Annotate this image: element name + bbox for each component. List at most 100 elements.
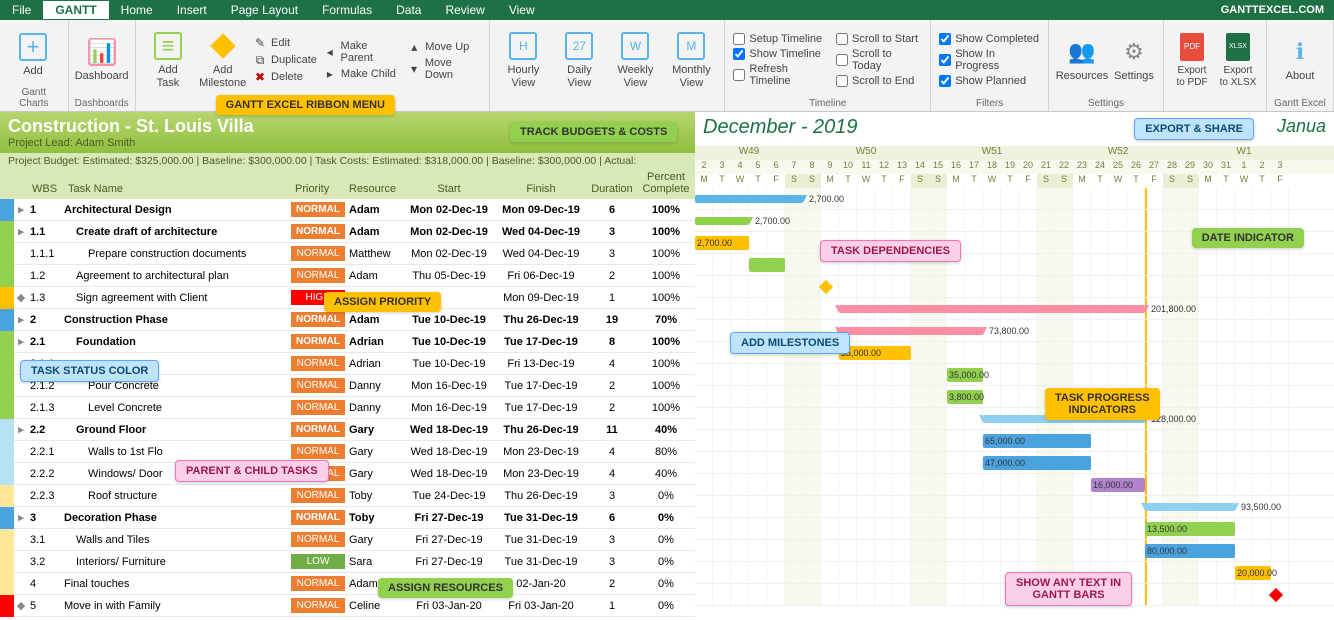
expand-icon[interactable]: ◆ [14, 599, 28, 612]
move-down-button[interactable]: ▾Move Down [405, 56, 483, 82]
gantt-bar[interactable]: 2,700.00 [695, 217, 749, 225]
gantt-bar[interactable]: 73,800.00 [839, 327, 983, 335]
expand-icon[interactable]: ▸ [14, 511, 28, 524]
edit-button[interactable]: ✎Edit [251, 35, 319, 51]
task-row[interactable]: ◆ 5 Move in with Family NORMAL Celine Fr… [0, 595, 695, 617]
add-task-button[interactable]: ≡ Add Task [142, 24, 195, 96]
timeline-row: 3,800.00 [695, 386, 1334, 408]
gantt-bar[interactable]: 13,500.00 [1145, 522, 1235, 536]
task-row[interactable]: 2.2.2 Windows/ Door NORMAL Gary Wed 18-D… [0, 463, 695, 485]
gantt-bar[interactable]: 80,000.00 [1145, 544, 1235, 558]
add-chart-button[interactable]: + Add [6, 24, 60, 85]
menu-tab-view[interactable]: View [497, 1, 547, 19]
show-timeline-check[interactable]: Show Timeline [731, 47, 832, 61]
menu-tab-home[interactable]: Home [109, 1, 165, 19]
settings-button[interactable]: ⚙Settings [1111, 24, 1157, 96]
gantt-bar[interactable]: 3,800.00 [947, 390, 983, 404]
expand-icon[interactable]: ▸ [14, 335, 28, 348]
gantt-bar[interactable] [749, 258, 785, 272]
task-row[interactable]: 2.2.1 Walls to 1st Flo NORMAL Gary Wed 1… [0, 441, 695, 463]
gantt-bar[interactable]: 93,500.00 [1145, 503, 1235, 511]
expand-icon[interactable]: ▸ [14, 225, 28, 238]
show-progress-check[interactable]: Show In Progress [937, 47, 1042, 73]
menu-tab-page-layout[interactable]: Page Layout [219, 1, 310, 19]
gantt-bar[interactable]: 47,000.00 [983, 456, 1091, 470]
menu-tab-insert[interactable]: Insert [165, 1, 219, 19]
task-row[interactable]: ▸ 1 Architectural Design NORMAL Adam Mon… [0, 199, 695, 221]
start-cell: Wed 18-Dec-19 [403, 468, 495, 480]
scroll-start-check[interactable]: Scroll to Start [834, 32, 924, 46]
expand-icon[interactable]: ▸ [14, 423, 28, 436]
about-button[interactable]: ℹAbout [1273, 24, 1327, 96]
make-parent-button[interactable]: ◂Make Parent [321, 39, 403, 65]
refresh-timeline-check[interactable]: Refresh Timeline [731, 62, 832, 88]
menu-tab-gantt[interactable]: GANTT [43, 1, 108, 19]
task-row[interactable]: ▸ 2.2 Ground Floor NORMAL Gary Wed 18-De… [0, 419, 695, 441]
duplicate-button[interactable]: ⧉Duplicate [251, 52, 319, 68]
expand-icon[interactable]: ◆ [14, 291, 28, 304]
expand-icon[interactable]: ▸ [14, 313, 28, 326]
priority-cell: NORMAL [291, 598, 345, 613]
gantt-bar[interactable]: 16,000.00 [1091, 478, 1145, 492]
resource-cell: Adrian [345, 336, 403, 348]
gantt-bar[interactable]: 2,700.00 [695, 195, 803, 203]
task-row[interactable]: ▸ 3 Decoration Phase NORMAL Toby Fri 27-… [0, 507, 695, 529]
resources-button[interactable]: 👥Resources [1055, 24, 1109, 96]
week-label: W50 [803, 146, 929, 160]
priority-cell: NORMAL [291, 400, 345, 415]
task-row[interactable]: 1.2 Agreement to architectural plan NORM… [0, 265, 695, 287]
gantt-milestone[interactable] [1269, 588, 1283, 602]
hourly-view-button[interactable]: HHourly View [496, 24, 550, 96]
make-child-button[interactable]: ▸Make Child [321, 66, 403, 82]
timeline-row: 80,000.00 [695, 540, 1334, 562]
expand-icon[interactable]: ▸ [14, 203, 28, 216]
task-row[interactable]: ▸ 2.1 Foundation NORMAL Adrian Tue 10-De… [0, 331, 695, 353]
menu-file[interactable]: File [0, 1, 43, 19]
export-xlsx-button[interactable]: XLSXExport to XLSX [1216, 24, 1260, 96]
gantt-bar[interactable]: 35,000.00 [947, 368, 983, 382]
task-row[interactable]: ▸ 1.1 Create draft of architecture NORMA… [0, 221, 695, 243]
task-row[interactable]: 3.1 Walls and Tiles NORMAL Gary Fri 27-D… [0, 529, 695, 551]
callout-task-status: TASK STATUS COLOR [20, 360, 159, 382]
day-num: 20 [1019, 160, 1037, 174]
start-cell: Tue 10-Dec-19 [403, 314, 495, 326]
status-chip [0, 265, 14, 287]
move-up-button[interactable]: ▴Move Up [405, 39, 483, 55]
add-milestone-button[interactable]: Add Milestone [196, 24, 249, 96]
weekly-view-button[interactable]: WWeekly View [608, 24, 662, 96]
scroll-today-check[interactable]: Scroll to Today [834, 47, 924, 73]
calendar-icon: H [507, 30, 539, 62]
task-row[interactable]: 2.2.3 Roof structure NORMAL Toby Tue 24-… [0, 485, 695, 507]
task-row[interactable]: 1.1.1 Prepare construction documents NOR… [0, 243, 695, 265]
task-row[interactable]: ▸ 2 Construction Phase NORMAL Adam Tue 1… [0, 309, 695, 331]
finish-cell: Tue 17-Dec-19 [495, 402, 587, 414]
show-completed-check[interactable]: Show Completed [937, 32, 1042, 46]
menu-tab-data[interactable]: Data [384, 1, 433, 19]
export-pdf-button[interactable]: PDFExport to PDF [1170, 24, 1214, 96]
task-row[interactable]: 4 Final touches NORMAL Adam 02-Jan-20 2 … [0, 573, 695, 595]
daily-view-button[interactable]: 27Daily View [552, 24, 606, 96]
duration-cell: 2 [587, 270, 637, 282]
priority-cell: NORMAL [291, 202, 345, 217]
timeline-next-month: Janua [1269, 112, 1334, 146]
task-row[interactable]: 3.2 Interiors/ Furniture LOW Sara Fri 27… [0, 551, 695, 573]
menu-tab-review[interactable]: Review [433, 1, 496, 19]
gantt-bar[interactable]: 65,000.00 [983, 434, 1091, 448]
finish-cell: Fri 03-Jan-20 [495, 600, 587, 612]
gantt-bar[interactable]: 2,700.00 [695, 236, 749, 250]
task-row[interactable]: 2.1.3 Level Concrete NORMAL Danny Mon 16… [0, 397, 695, 419]
show-planned-check[interactable]: Show Planned [937, 74, 1042, 88]
menu-tab-formulas[interactable]: Formulas [310, 1, 384, 19]
monthly-view-button[interactable]: MMonthly View [664, 24, 718, 96]
calendar-icon: 27 [563, 30, 595, 62]
gantt-milestone[interactable] [819, 280, 833, 294]
timeline-row: 201,800.00 [695, 298, 1334, 320]
dashboard-button[interactable]: 📊 Dashboard [75, 24, 129, 96]
dow-label: F [1145, 174, 1163, 188]
gantt-bar[interactable]: 20,000.00 [1235, 566, 1271, 580]
gantt-bar[interactable]: 201,800.00 [839, 305, 1145, 313]
resource-cell: Gary [345, 424, 403, 436]
setup-timeline-check[interactable]: Setup Timeline [731, 32, 832, 46]
scroll-end-check[interactable]: Scroll to End [834, 74, 924, 88]
delete-button[interactable]: ✖Delete [251, 69, 319, 85]
